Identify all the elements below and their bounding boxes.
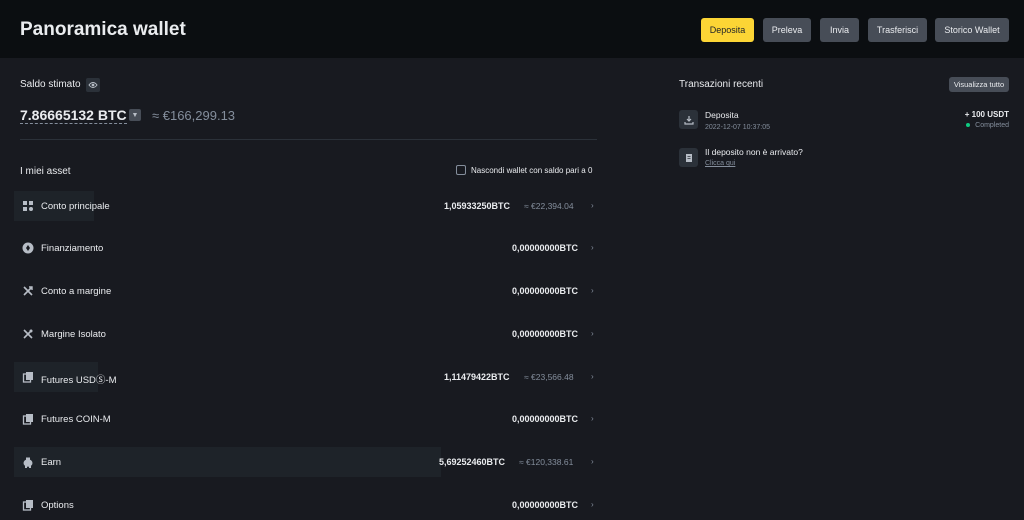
btc-balance: 7.86665132 BTC — [20, 107, 127, 124]
status-dot-icon — [966, 123, 971, 128]
asset-name: Earn — [41, 457, 62, 468]
asset-btc: 5,69252460BTC — [439, 457, 506, 467]
withdraw-button[interactable]: Preleva — [763, 18, 811, 42]
asset-btc: 0,00000000BTC — [512, 414, 579, 424]
asset-row-margin[interactable]: Conto a margine 0,00000000BTC › — [14, 276, 597, 306]
asset-fiat: ≈ €120,338.61 — [519, 457, 574, 467]
asset-row-earn[interactable]: Earn 5,69252460BTC ≈ €120,338.61 › — [14, 447, 597, 477]
chevron-right-icon: › — [591, 201, 594, 210]
asset-fiat: ≈ €22,394.04 — [524, 201, 574, 211]
chevron-right-icon: › — [591, 286, 594, 295]
asset-btc: 0,00000000BTC — [512, 329, 579, 339]
piggy-bank-icon — [23, 457, 33, 468]
my-assets-title: I miei asset — [20, 166, 71, 177]
asset-row-options[interactable]: Options 0,00000000BTC › — [14, 490, 597, 520]
deposit-missing-title: Il deposito non è arrivato? — [705, 147, 803, 157]
status-badge: Completed — [966, 122, 1009, 129]
asset-name: Futures USDⓈ-M — [41, 375, 117, 386]
asset-btc: 1,11479422BTC — [444, 372, 510, 382]
asset-name: Conto principale — [41, 201, 110, 212]
download-icon — [679, 110, 698, 129]
estimated-balance-label: Saldo stimato — [20, 79, 81, 90]
futures-icon — [22, 372, 33, 383]
divider — [20, 139, 597, 140]
transaction-title[interactable]: Deposita — [705, 110, 739, 120]
asset-name: Margine Isolato — [41, 329, 106, 340]
document-icon — [679, 148, 698, 167]
isolated-margin-icon — [23, 329, 33, 339]
deposit-button[interactable]: Deposita — [701, 18, 754, 42]
asset-name: Options — [41, 500, 74, 511]
options-icon — [22, 500, 33, 511]
chevron-right-icon: › — [591, 243, 594, 252]
send-button[interactable]: Invia — [820, 18, 859, 42]
fiat-balance: ≈ €166,299.13 — [152, 108, 236, 123]
view-all-button[interactable]: Visualizza tutto — [949, 77, 1009, 92]
page-title: Panoramica wallet — [20, 19, 186, 40]
asset-btc: 0,00000000BTC — [512, 500, 579, 510]
wallet-icon — [23, 201, 33, 211]
chevron-right-icon: › — [591, 414, 594, 423]
transaction-amount: + 100 USDT — [964, 110, 1009, 119]
chevron-right-icon: › — [591, 329, 594, 338]
wallet-history-button[interactable]: Storico Wallet — [935, 18, 1009, 42]
click-here-link[interactable]: Clicca qui — [705, 160, 735, 167]
chevron-down-icon[interactable]: ▼ — [129, 109, 141, 121]
asset-row-funding[interactable]: Finanziamento 0,00000000BTC › — [14, 233, 597, 263]
transaction-date: 2022-12-07 10:37:05 — [705, 124, 770, 131]
transfer-button[interactable]: Trasferisci — [868, 18, 927, 42]
asset-btc: 0,00000000BTC — [512, 243, 579, 253]
recent-transactions-title: Transazioni recenti — [679, 79, 764, 90]
asset-row-futures-usdm[interactable]: Futures USDⓈ-M 1,11479422BTC ≈ €23,566.4… — [14, 362, 597, 392]
asset-row-main-account[interactable]: Conto principale 1,05933250BTC ≈ €22,394… — [14, 191, 597, 221]
chevron-right-icon: › — [591, 500, 594, 509]
asset-row-futures-coinm[interactable]: Futures COIN-M 0,00000000BTC › — [14, 404, 597, 434]
chevron-right-icon: › — [591, 457, 594, 466]
eye-icon[interactable] — [86, 78, 100, 92]
hide-zero-label: Nascondi wallet con saldo pari a 0 — [471, 166, 593, 175]
hide-zero-checkbox[interactable] — [456, 165, 466, 175]
row-hover — [14, 447, 441, 477]
futures-icon — [22, 414, 33, 425]
asset-row-isolated-margin[interactable]: Margine Isolato 0,00000000BTC › — [14, 319, 597, 349]
asset-btc: 1,05933250BTC — [444, 201, 511, 211]
chevron-right-icon: › — [591, 372, 594, 381]
status-text: Completed — [975, 122, 1009, 129]
asset-name: Conto a margine — [41, 286, 112, 297]
funding-icon — [22, 242, 34, 254]
top-bar: Panoramica wallet Deposita Preleva Invia… — [0, 0, 1024, 58]
asset-name: Futures COIN-M — [41, 414, 111, 425]
asset-name: Finanziamento — [41, 243, 104, 254]
asset-btc: 0,00000000BTC — [512, 286, 579, 296]
margin-icon — [23, 286, 33, 296]
asset-fiat: ≈ €23,566.48 — [524, 372, 574, 382]
